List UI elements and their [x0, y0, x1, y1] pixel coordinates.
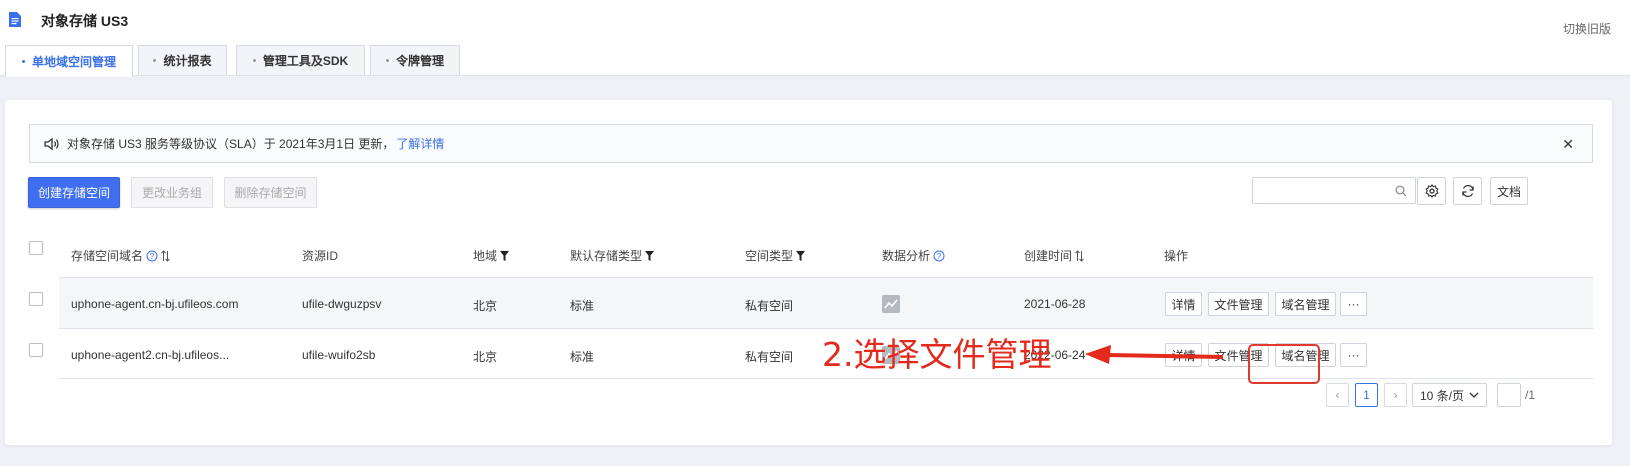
page-title: 对象存储 US3 [41, 13, 129, 29]
col-region-header: 地域 [473, 247, 510, 264]
tab-label: 单地域空间管理 [31, 55, 116, 69]
notice-learn-more-link[interactable]: 了解详情 [396, 135, 444, 152]
table-row: uphone-agent.cn-bj.ufileos.com ufile-dwg… [59, 277, 1593, 328]
col-actions-label: 操作 [1164, 249, 1189, 263]
tab-statistics[interactable]: 统计报表 [138, 45, 227, 75]
refresh-icon [1461, 184, 1474, 198]
row-checkbox[interactable] [29, 343, 43, 357]
file-manage-button[interactable]: 文件管理 [1208, 292, 1269, 316]
storage-type: 标准 [570, 299, 595, 313]
col-resource-id-label: 资源ID [302, 249, 339, 263]
resource-id: ufile-dwguzpsv [302, 297, 382, 311]
space-type: 私有空间 [745, 350, 794, 364]
col-region-label: 地域 [473, 249, 498, 263]
annotation-highlight-box [1248, 344, 1320, 384]
docs-button[interactable]: 文档 [1490, 177, 1528, 205]
next-page-button[interactable]: › [1384, 383, 1407, 407]
page-size-label: 10 条/页 [1420, 388, 1465, 403]
search-icon [1395, 185, 1407, 197]
filter-icon[interactable] [645, 250, 655, 261]
col-created-header: 创建时间 [1024, 247, 1084, 264]
col-resource-id-header: 资源ID [302, 247, 338, 264]
tab-tools-sdk[interactable]: 管理工具及SDK [236, 45, 365, 75]
tab-dot [153, 59, 157, 62]
help-icon[interactable]: ? [146, 250, 158, 262]
col-space-type-label: 空间类型 [745, 249, 794, 263]
row-checkbox[interactable] [29, 292, 43, 306]
chevron-down-icon [1469, 392, 1479, 398]
help-icon[interactable]: ? [933, 250, 945, 262]
domain-manage-button[interactable]: 域名管理 [1275, 292, 1336, 316]
tab-label: 令牌管理 [395, 54, 444, 68]
filter-icon[interactable] [500, 250, 510, 261]
create-bucket-button[interactable]: 创建存储空间 [28, 177, 120, 208]
detail-button[interactable]: 详情 [1165, 292, 1202, 316]
svg-text:?: ? [150, 252, 155, 261]
tab-token[interactable]: 令牌管理 [370, 45, 460, 75]
table-header: 存储空间域名 ? 资源ID 地域 默认存储类型 空间类型 数据分析 ? 创建时间… [29, 230, 1593, 277]
region: 北京 [473, 350, 498, 364]
sla-notice: 对象存储 US3 服务等级协议（SLA）于 2021年3月1日 更新， 了解详情… [29, 124, 1593, 163]
notice-text: 对象存储 US3 服务等级协议（SLA）于 2021年3月1日 更新， [67, 137, 395, 151]
sort-icon[interactable] [161, 249, 170, 262]
col-storage-type-header: 默认存储类型 [570, 247, 655, 264]
tab-label: 管理工具及SDK [262, 54, 349, 68]
document-icon [9, 12, 21, 27]
main-card: 对象存储 US3 服务等级协议（SLA）于 2021年3月1日 更新， 了解详情… [5, 100, 1612, 445]
page-size-select[interactable]: 10 条/页 [1412, 383, 1487, 407]
top-bar: 对象存储 US3 切换旧版 单地域空间管理 统计报表 管理工具及SDK 令牌管理 [0, 0, 1630, 77]
page-number[interactable]: 1 [1355, 383, 1378, 407]
more-button[interactable]: ··· [1340, 292, 1367, 316]
search-field[interactable] [1252, 177, 1416, 204]
space-type: 私有空间 [745, 299, 794, 313]
col-space-type-header: 空间类型 [745, 247, 806, 264]
annotation-arrow [1085, 345, 1224, 364]
annotation-text: 2.选择文件管理 [822, 335, 1052, 374]
col-name-label: 存储空间域名 [71, 249, 144, 263]
tab-dot [252, 59, 256, 62]
bucket-name[interactable]: uphone-agent2.cn-bj.ufileos... [71, 348, 229, 362]
svg-text:?: ? [937, 252, 942, 261]
tab-dot [385, 59, 389, 62]
region: 北京 [473, 299, 498, 313]
created-date: 2021-06-28 [1024, 297, 1086, 311]
col-actions-header: 操作 [1164, 247, 1188, 264]
tab-single-region[interactable]: 单地域空间管理 [5, 45, 133, 77]
sort-icon[interactable] [1075, 249, 1084, 262]
delete-bucket-button[interactable]: 删除存储空间 [224, 177, 317, 208]
tab-label: 统计报表 [163, 54, 212, 68]
resource-id: ufile-wuifo2sb [302, 348, 376, 362]
bucket-name[interactable]: uphone-agent.cn-bj.ufileos.com [71, 297, 238, 311]
tab-dot [21, 60, 25, 63]
page-jump-input[interactable] [1497, 383, 1521, 407]
page-total: /1 [1525, 388, 1536, 402]
search-input[interactable] [1259, 178, 1389, 202]
storage-type: 标准 [570, 350, 595, 364]
speaker-icon [44, 137, 59, 150]
refresh-button[interactable] [1453, 177, 1482, 205]
col-analysis-header: 数据分析 ? [882, 247, 945, 264]
settings-button[interactable] [1417, 177, 1446, 205]
gear-icon [1424, 184, 1439, 198]
col-created-label: 创建时间 [1024, 249, 1073, 263]
switch-old-version-link[interactable]: 切换旧版 [1563, 20, 1611, 37]
close-icon[interactable]: ✕ [1562, 136, 1574, 153]
filter-icon[interactable] [796, 250, 806, 261]
more-button[interactable]: ··· [1340, 343, 1367, 367]
select-all-checkbox[interactable] [29, 241, 43, 255]
col-storage-type-label: 默认存储类型 [570, 249, 643, 263]
col-analysis-label: 数据分析 [882, 249, 931, 263]
col-name-header: 存储空间域名 ? [71, 247, 170, 264]
change-group-button[interactable]: 更改业务组 [131, 177, 213, 208]
analysis-chart-icon[interactable] [882, 295, 900, 313]
prev-page-button[interactable]: ‹ [1326, 383, 1349, 407]
